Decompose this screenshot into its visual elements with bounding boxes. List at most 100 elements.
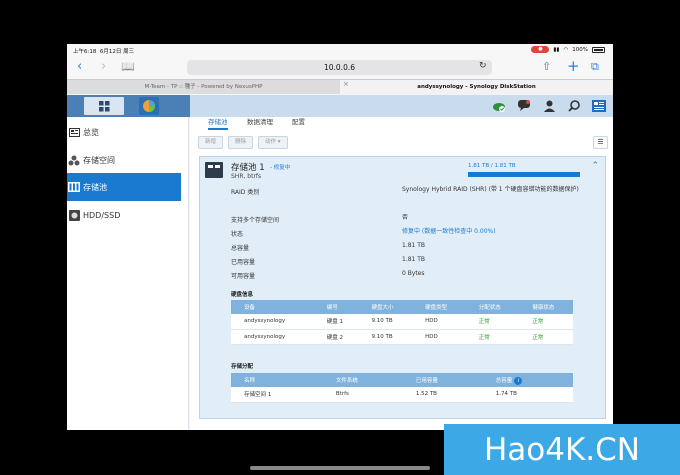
- prop-label-used: 已用容量: [231, 259, 256, 266]
- signal-icon: ▮▮: [553, 46, 560, 53]
- status-time: 上午6:18 6月12日 周三: [73, 47, 134, 55]
- table-row[interactable]: andyssynology 硬盘 1 9.10 TB HDD 正常 正常: [231, 314, 573, 330]
- time-text: 上午6:18: [73, 49, 97, 55]
- overview-icon: [68, 127, 80, 137]
- battery-percent: 100%: [572, 46, 588, 53]
- storage-pool-icon: [68, 182, 80, 192]
- main-menu-button[interactable]: [84, 97, 124, 115]
- bookmarks-icon[interactable]: 📖: [121, 60, 135, 73]
- tab-mteam[interactable]: M-Team - TP :: 種子 - Powered by NexusPHP: [67, 80, 340, 95]
- browser-tabs: M-Team - TP :: 種子 - Powered by NexusPHP …: [67, 79, 613, 95]
- create-button[interactable]: 新增: [198, 136, 224, 149]
- action-button[interactable]: 动作 ▾: [258, 136, 288, 149]
- storage-manager-icon: [143, 100, 155, 112]
- user-icon[interactable]: [541, 98, 557, 114]
- dsm-taskbar-left: [67, 95, 190, 117]
- sidebar-item-label: 存储池: [83, 182, 107, 192]
- table-cell: HDD: [412, 329, 466, 345]
- pool-title: 存储池 1: [231, 163, 265, 173]
- share-icon[interactable]: ⇧: [542, 60, 551, 73]
- table-row[interactable]: andyssynology 硬盘 2 9.10 TB HDD 正常 正常: [231, 329, 573, 345]
- battery-icon: [592, 46, 605, 53]
- chevron-up-icon[interactable]: ⌃: [591, 161, 599, 171]
- address-bar[interactable]: 10.0.0.6: [187, 60, 492, 75]
- pool-usage-bar-fill: [468, 172, 580, 177]
- tab-storage-pool[interactable]: 存储池: [208, 117, 228, 130]
- chat-bubble-icon: [517, 100, 530, 111]
- widgets-icon[interactable]: [591, 98, 607, 114]
- storage-pool-panel: 存储池 1 - 修复中 SHR, btrfs 1.81 TB / 1.81 TB…: [199, 156, 606, 419]
- table-cell: 9.10 TB: [358, 329, 413, 345]
- disk-info-title: 硬盘信息: [231, 292, 254, 298]
- wifi-icon: ◠: [563, 46, 569, 53]
- pool-status: - 修复中: [270, 165, 291, 171]
- cloud-sync-icon[interactable]: [491, 98, 507, 114]
- table-cell: 正常: [519, 329, 573, 345]
- column-header: 已用容量: [402, 373, 483, 387]
- tab-synology[interactable]: andyssynology - Synology DiskStation: [340, 80, 613, 95]
- column-header: 健康状态: [519, 300, 573, 314]
- table-cell: 1.74 TB: [482, 387, 573, 403]
- search-icon[interactable]: [566, 98, 582, 114]
- close-icon[interactable]: ×: [343, 80, 349, 88]
- forward-icon[interactable]: ›: [101, 60, 106, 73]
- table-cell: 1.52 TB: [402, 387, 483, 403]
- column-header: 名称: [231, 373, 323, 387]
- tab-settings[interactable]: 配置: [292, 117, 305, 130]
- notification-icon[interactable]: [516, 98, 532, 114]
- reload-icon[interactable]: ↻: [479, 61, 487, 71]
- column-header: 总容量: [495, 377, 513, 384]
- tab-label: M-Team - TP :: 種子 - Powered by NexusPHP: [144, 84, 263, 90]
- browser-toolbar: ‹ › 📖 10.0.0.6 ↻ ⇧ + ⧉: [67, 56, 613, 78]
- main-content: 存储池 数据清理 配置 新增 删除 动作 ▾ ☰ 存储池 1 - 修复中 SHR…: [190, 117, 613, 430]
- table-cell: 正常: [519, 314, 573, 330]
- sidebar-item-volume[interactable]: 存储空间: [67, 146, 181, 174]
- prop-label-multiple-volumes: 支持多个存储空间: [231, 217, 280, 224]
- sidebar-item-storage-pool[interactable]: 存储池: [67, 173, 181, 201]
- sidebar-item-label: HDD/SSD: [83, 210, 121, 220]
- volume-icon: [68, 155, 80, 165]
- table-cell: 硬盘 1: [313, 314, 359, 330]
- prop-value-raid: Synology Hybrid RAID (SHR) (带 1 个硬盘容错功能的…: [402, 186, 579, 193]
- prop-label-available: 可用容量: [231, 273, 256, 280]
- prop-value-used: 1.81 TB: [402, 256, 426, 263]
- list-view-icon[interactable]: ☰: [593, 136, 608, 149]
- table-cell: 9.10 TB: [358, 314, 413, 330]
- dsm-taskbar: [67, 95, 613, 117]
- tab-label: andyssynology - Synology DiskStation: [417, 84, 536, 90]
- prop-value-available: 0 Bytes: [402, 270, 425, 277]
- prop-value-status: 修复中 (数据一致性检查中 0.00%): [402, 228, 496, 235]
- sidebar: 总览 存储空间 存储池 HDD/SSD: [67, 117, 189, 430]
- tabs-icon[interactable]: ⧉: [591, 60, 599, 73]
- table-cell: Btrfs: [322, 387, 403, 403]
- status-bar: 上午6:18 6月12日 周三 ● ▮▮ ◠ 100%: [67, 44, 613, 56]
- prop-label-raid: RAID 类别: [231, 189, 260, 196]
- action-buttons: 新增 删除 动作 ▾: [198, 136, 288, 149]
- column-header-total: 总容量 i: [482, 373, 573, 387]
- new-tab-icon[interactable]: +: [567, 59, 580, 74]
- prop-value-multiple-volumes: 否: [402, 214, 409, 221]
- table-row[interactable]: 存储空间 1 Btrfs 1.52 TB 1.74 TB: [231, 387, 573, 403]
- storage-manager-app-icon[interactable]: [139, 97, 159, 115]
- dashboard-icon: [592, 100, 606, 112]
- info-icon[interactable]: i: [514, 376, 523, 385]
- pool-usage-text: 1.81 TB / 1.81 TB: [468, 163, 516, 169]
- delete-button[interactable]: 删除: [228, 136, 254, 149]
- storage-pool-icon: [205, 162, 223, 178]
- hdd-icon: [68, 209, 80, 221]
- sidebar-item-label: 总览: [83, 127, 99, 137]
- column-header: 设备: [231, 300, 314, 314]
- sidebar-item-overview[interactable]: 总览: [67, 118, 181, 146]
- column-header: 文件系统: [322, 373, 403, 387]
- prop-value-total: 1.81 TB: [402, 242, 426, 249]
- watermark-logo: Hao4K.CN: [444, 424, 680, 475]
- prop-label-status: 状态: [231, 231, 244, 238]
- column-header: 硬盘类型: [412, 300, 466, 314]
- sidebar-item-hdd-ssd[interactable]: HDD/SSD: [67, 201, 181, 229]
- back-icon[interactable]: ‹: [77, 60, 82, 73]
- tab-data-scrubbing[interactable]: 数据清理: [247, 117, 273, 130]
- pool-subtitle: SHR, btrfs: [231, 173, 262, 180]
- column-header: 硬盘大小: [358, 300, 413, 314]
- allocation-table: 名称 文件系统 已用容量 总容量 i 存储空间 1 Btrfs 1.52 TB 1…: [231, 373, 573, 403]
- home-indicator: [250, 466, 430, 470]
